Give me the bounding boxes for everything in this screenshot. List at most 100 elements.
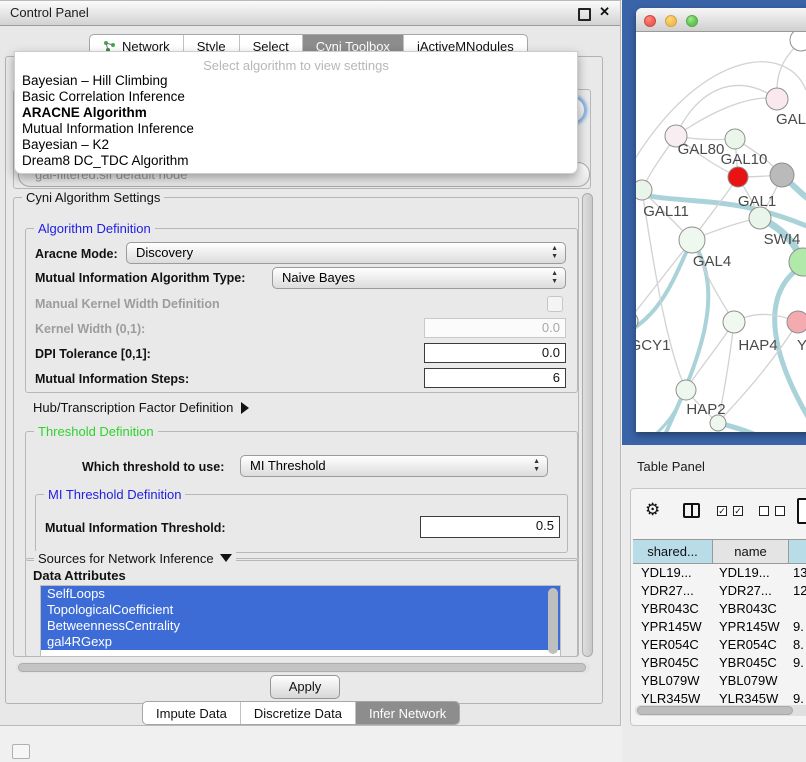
attribute-item-betweennesscentrality[interactable]: BetweennessCentrality <box>41 618 560 634</box>
kernel-width-field[interactable]: 0.0 <box>424 318 566 338</box>
algorithm-option-dream8-dc-tdc-algorithm[interactable]: Dream8 DC_TDC Algorithm <box>15 153 577 169</box>
table-row[interactable]: YBL079WYBL079W <box>633 672 806 690</box>
algorithm-definition-title: Algorithm Definition <box>34 221 155 236</box>
table-cell: YBL079W <box>713 672 789 690</box>
network-node[interactable] <box>725 129 745 149</box>
network-node[interactable] <box>790 32 806 51</box>
network-node[interactable] <box>723 311 745 333</box>
table-cell <box>789 600 793 618</box>
table-cell: YPR145W <box>713 618 789 636</box>
sources-title-text: Sources for Network Inference <box>38 551 214 566</box>
network-node[interactable] <box>787 311 806 333</box>
attributes-scrollbar[interactable] <box>548 588 558 654</box>
algorithm-option-basic-correlation-inference[interactable]: Basic Correlation Inference <box>15 89 577 105</box>
hub-section-toggle[interactable]: Hub/Transcription Factor Definition <box>33 400 249 415</box>
float-panel-icon[interactable] <box>578 8 591 21</box>
column-header-name[interactable]: name <box>713 540 789 563</box>
attribute-item-gal4rgexp[interactable]: gal4RGexp <box>41 634 560 650</box>
dropdown-placeholder: Select algorithm to view settings <box>15 58 577 73</box>
attribute-item-selfloops[interactable]: SelfLoops <box>41 586 560 602</box>
mi-steps-field[interactable]: 6 <box>424 368 566 388</box>
tab-impute-data[interactable]: Impute Data <box>143 702 241 724</box>
horizontal-scrollbar-thumb[interactable] <box>18 663 586 672</box>
gear-icon[interactable]: ⚙ <box>645 500 660 520</box>
close-icon[interactable]: ✕ <box>599 4 610 20</box>
mi-threshold-title: MI Threshold Definition <box>44 487 185 502</box>
mi-type-select[interactable]: Naive Bayes ▲▼ <box>272 267 566 289</box>
table-document-icon[interactable] <box>797 498 806 524</box>
node-label-gcy1: GCY1 <box>636 337 670 354</box>
aracne-mode-select[interactable]: Discovery ▲▼ <box>126 242 566 264</box>
table-row[interactable]: YLR345WYLR345W9. <box>633 690 806 705</box>
data-attributes-label: Data Attributes <box>33 568 126 583</box>
attribute-item-topologicalcoefficient[interactable]: TopologicalCoefficient <box>41 602 560 618</box>
table-cell: YBL079W <box>633 672 713 690</box>
table-cell <box>789 672 793 690</box>
kernel-width-label: Kernel Width (0,1): <box>35 322 145 336</box>
node-label-gal80: GAL80 <box>678 141 725 158</box>
algorithm-option-aracne-algorithm[interactable]: ARACNE Algorithm <box>15 105 577 121</box>
network-node[interactable] <box>679 227 705 253</box>
table-row[interactable]: YDR27...YDR27...12 <box>633 582 806 600</box>
cyni-mode-tabbar: Impute Data Discretize Data Infer Network <box>142 701 460 725</box>
window-zoom-icon[interactable] <box>686 15 698 27</box>
network-view-window: GAL7GAL80GAL10GAL1SWI4GAL11GAL4GCY1HAP4Y… <box>636 8 806 432</box>
window-close-icon[interactable] <box>644 15 656 27</box>
split-columns-icon[interactable] <box>683 503 700 518</box>
algorithm-option-mutual-information-inference[interactable]: Mutual Information Inference <box>15 121 577 137</box>
column-header-2[interactable] <box>789 540 806 563</box>
collapsed-panel-icon[interactable] <box>12 744 30 759</box>
table-cell: 9. <box>789 618 804 636</box>
manual-kernel-checkbox[interactable] <box>547 296 563 312</box>
network-node[interactable] <box>766 88 788 110</box>
table-cell: 12 <box>789 582 806 600</box>
checkbox-checked-icon[interactable]: ✓ <box>733 506 743 516</box>
node-table-card: ⚙ ✓ ✓ shared...name YDL19...YDL19...13YD… <box>630 488 806 726</box>
table-rows: YDL19...YDL19...13YDR27...YDR27...12YBR0… <box>633 564 806 705</box>
table-cell: 13 <box>789 564 806 582</box>
window-minimize-icon[interactable] <box>665 15 677 27</box>
mit-field[interactable]: 0.5 <box>420 516 560 538</box>
checkbox-unchecked-icon[interactable] <box>759 506 769 516</box>
network-node[interactable] <box>749 207 771 229</box>
network-window-titlebar[interactable] <box>636 8 806 32</box>
threshold-definition-title: Threshold Definition <box>34 424 158 439</box>
horizontal-scrollbar[interactable] <box>16 662 590 673</box>
table-row[interactable]: YER054CYER054C8. <box>633 636 806 654</box>
algorithm-option-bayesian-hill-climbing[interactable]: Bayesian – Hill Climbing <box>15 73 577 89</box>
table-row[interactable]: YBR045CYBR045C9. <box>633 654 806 672</box>
aracne-mode-value: Discovery <box>136 245 193 260</box>
sources-title[interactable]: Sources for Network Inference <box>34 551 236 566</box>
mi-type-value: Naive Bayes <box>282 270 355 285</box>
panel-title: Control Panel <box>10 5 89 20</box>
table-horizontal-scrollbar[interactable] <box>635 705 806 716</box>
dpi-tolerance-field[interactable]: 0.0 <box>424 343 566 363</box>
algorithm-option-bayesian-k2[interactable]: Bayesian – K2 <box>15 137 577 153</box>
table-row[interactable]: YPR145WYPR145W9. <box>633 618 806 636</box>
table-hscrollbar-thumb[interactable] <box>637 706 793 715</box>
tab-label: Discretize Data <box>254 706 342 721</box>
checkbox-checked-icon[interactable]: ✓ <box>717 506 727 516</box>
node-label-gal4: GAL4 <box>693 253 731 270</box>
stepper-icon: ▲▼ <box>551 245 558 261</box>
node-label-gal1: GAL1 <box>738 193 776 210</box>
table-cell: YER054C <box>713 636 789 654</box>
network-node[interactable] <box>770 163 794 187</box>
manual-kernel-label: Manual Kernel Width Definition <box>35 297 220 311</box>
network-node[interactable] <box>676 380 696 400</box>
table-row[interactable]: YDL19...YDL19...13 <box>633 564 806 582</box>
network-canvas[interactable]: GAL7GAL80GAL10GAL1SWI4GAL11GAL4GCY1HAP4Y… <box>636 32 806 432</box>
table-row[interactable]: YBR043CYBR043C <box>633 600 806 618</box>
network-node[interactable] <box>636 180 652 200</box>
which-threshold-select[interactable]: MI Threshold ▲▼ <box>240 455 548 477</box>
column-header-shared[interactable]: shared... <box>633 540 713 563</box>
vertical-scrollbar[interactable] <box>582 193 593 657</box>
dpi-tolerance-label: DPI Tolerance [0,1]: <box>35 347 151 361</box>
checkbox-unchecked-icon[interactable] <box>775 506 785 516</box>
tab-infer-network[interactable]: Infer Network <box>356 702 459 724</box>
table-cell: YLR345W <box>713 690 789 705</box>
apply-button[interactable]: Apply <box>270 675 340 699</box>
tab-discretize-data[interactable]: Discretize Data <box>241 702 356 724</box>
network-node[interactable] <box>728 167 748 187</box>
app-screen: Control Panel ✕ NetworkStyleSelectCyni T… <box>0 0 806 762</box>
